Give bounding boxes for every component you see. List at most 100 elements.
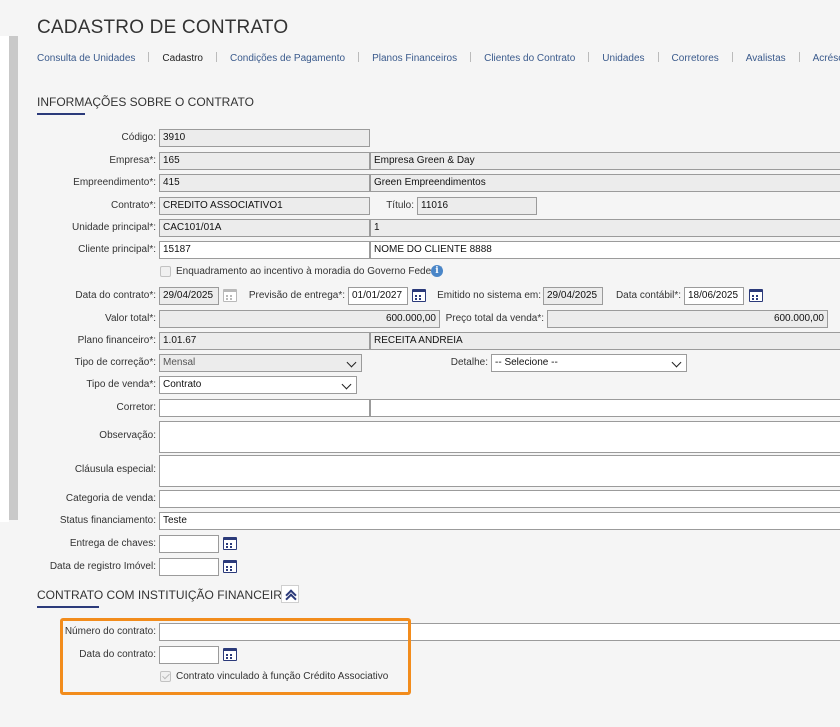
tab-planos-financeiros[interactable]: Planos Financeiros	[372, 53, 457, 64]
valor-total-label: Valor total*:	[105, 313, 156, 324]
section-underline	[37, 606, 99, 608]
section-underline	[37, 113, 85, 115]
emitido-sistema-field[interactable]: 29/04/2025	[543, 287, 603, 305]
empreendimento-label: Empreendimento*:	[73, 177, 156, 188]
numero-contrato-field[interactable]	[159, 623, 840, 641]
tab-avalistas[interactable]: Avalistas	[746, 53, 786, 64]
info-icon[interactable]: i	[431, 265, 443, 277]
entrega-chaves-label: Entrega de chaves:	[69, 538, 156, 549]
tab-separator	[470, 52, 472, 62]
calendar-icon[interactable]	[412, 289, 426, 302]
section-title-instituicao-financeira: CONTRATO COM INSTITUIÇÃO FINANCEIRA	[37, 588, 290, 602]
contrato-vinculado-checkbox[interactable]	[160, 671, 171, 682]
tab-separator	[731, 52, 733, 62]
cliente-principal-name-field[interactable]: NOME DO CLIENTE 8888	[370, 241, 840, 259]
tab-corretores[interactable]: Corretores	[672, 53, 719, 64]
enquadramento-label: Enquadramento ao incentivo à moradia do …	[176, 266, 443, 277]
calendar-icon	[223, 289, 237, 302]
emitido-sistema-label: Emitido no sistema em:	[437, 290, 541, 301]
data-registro-imovel-field[interactable]	[159, 558, 219, 576]
entrega-chaves-field[interactable]	[159, 535, 219, 553]
data-contrato-if-field[interactable]	[159, 646, 219, 664]
calendar-icon[interactable]	[223, 560, 237, 573]
data-contabil-field[interactable]: 18/06/2025	[684, 287, 744, 305]
categoria-venda-field[interactable]	[159, 490, 840, 508]
detalhe-value: -- Selecione --	[495, 357, 558, 368]
corretor-label: Corretor:	[116, 402, 156, 413]
previsao-entrega-label: Previsão de entrega*:	[248, 290, 345, 301]
unidade-principal-extra-field[interactable]: 1	[370, 219, 840, 237]
titulo-label: Título:	[386, 200, 414, 211]
observacao-textarea[interactable]	[159, 421, 840, 453]
unidade-principal-label: Unidade principal*:	[72, 222, 156, 233]
tab-bar: Consulta de Unidades Cadastro Condições de…	[37, 52, 840, 64]
empreendimento-name-field[interactable]: Green Empreendimentos	[370, 174, 840, 192]
page-title: CADASTRO DE CONTRATO	[37, 17, 289, 38]
data-contrato-field[interactable]: 29/04/2025	[159, 287, 219, 305]
clausula-especial-textarea[interactable]	[159, 455, 840, 487]
cliente-principal-code-field[interactable]: 15187	[159, 241, 370, 259]
detalhe-select[interactable]: -- Selecione --	[491, 354, 687, 372]
calendar-icon[interactable]	[223, 648, 237, 661]
plano-financeiro-label: Plano financeiro*:	[77, 335, 156, 346]
contrato-field[interactable]: CREDITO ASSOCIATIVO1	[159, 197, 370, 215]
plano-financeiro-name-field[interactable]: RECEITA ANDREIA	[370, 332, 840, 350]
categoria-venda-label: Categoria de venda:	[65, 493, 156, 504]
tab-clientes-contrato[interactable]: Clientes do Contrato	[484, 53, 575, 64]
tab-consulta-unidades[interactable]: Consulta de Unidades	[37, 53, 135, 64]
codigo-label: Código:	[121, 132, 156, 143]
tab-separator	[358, 52, 360, 62]
numero-contrato-label: Número do contrato:	[64, 626, 156, 637]
codigo-field[interactable]: 3910	[159, 129, 370, 147]
preco-total-venda-label: Preço total da venda*:	[445, 313, 544, 324]
chevron-down-icon	[341, 379, 352, 390]
data-contrato-label: Data do contrato*:	[75, 290, 156, 301]
titulo-field[interactable]: 11016	[417, 197, 537, 215]
empreendimento-code-field[interactable]: 415	[159, 174, 370, 192]
tab-separator	[657, 52, 659, 62]
tab-separator	[798, 52, 800, 62]
tipo-correcao-value: Mensal	[163, 357, 196, 368]
chevron-down-icon	[671, 357, 682, 368]
empresa-name-field[interactable]: Empresa Green & Day	[370, 152, 840, 170]
tipo-venda-label: Tipo de venda*:	[86, 379, 156, 390]
tipo-correcao-label: Tipo de correção*:	[74, 357, 156, 368]
previsao-entrega-field[interactable]: 01/01/2027	[348, 287, 408, 305]
data-registro-imovel-label: Data de registro Imóvel:	[49, 561, 156, 572]
tab-cadastro[interactable]: Cadastro	[162, 53, 203, 64]
corretor-name-field[interactable]	[370, 399, 840, 417]
left-panel	[0, 36, 9, 522]
empresa-label: Empresa*:	[109, 155, 156, 166]
data-contrato-if-label: Data do contrato:	[79, 649, 156, 660]
tab-acrescimo[interactable]: Acréscimo	[813, 53, 840, 64]
tipo-venda-value: Contrato	[163, 379, 202, 390]
empresa-code-field[interactable]: 165	[159, 152, 370, 170]
unidade-principal-field[interactable]: CAC101/01A	[159, 219, 370, 237]
left-scrollbar[interactable]	[9, 36, 18, 520]
enquadramento-checkbox[interactable]	[160, 266, 171, 277]
tipo-venda-select[interactable]: Contrato	[159, 376, 357, 394]
calendar-icon[interactable]	[749, 289, 763, 302]
collapse-section-button[interactable]	[281, 585, 299, 605]
tab-unidades[interactable]: Unidades	[602, 53, 644, 64]
chevron-down-icon	[346, 357, 357, 368]
contrato-vinculado-label: Contrato vinculado à função Crédito Asso…	[176, 671, 389, 682]
tab-separator	[148, 52, 150, 62]
section-title-informacoes: INFORMAÇÕES SOBRE O CONTRATO	[37, 95, 254, 109]
corretor-code-field[interactable]	[159, 399, 370, 417]
tab-separator	[215, 52, 217, 62]
observacao-label: Observação:	[99, 430, 156, 441]
cliente-principal-label: Cliente principal*:	[78, 244, 156, 255]
tab-condicoes-pagamento[interactable]: Condições de Pagamento	[230, 53, 345, 64]
detalhe-label: Detalhe:	[450, 357, 488, 368]
calendar-icon[interactable]	[223, 537, 237, 550]
status-financiamento-field[interactable]: Teste	[159, 512, 840, 530]
contrato-label: Contrato*:	[110, 200, 156, 211]
preco-total-venda-field[interactable]: 600.000,00	[547, 310, 828, 328]
plano-financeiro-code-field[interactable]: 1.01.67	[159, 332, 370, 350]
tipo-correcao-select[interactable]: Mensal	[159, 354, 362, 372]
valor-total-field[interactable]: 600.000,00	[159, 310, 440, 328]
clausula-especial-label: Cláusula especial:	[74, 464, 156, 475]
data-contabil-label: Data contábil*:	[615, 290, 681, 301]
tab-separator	[588, 52, 590, 62]
